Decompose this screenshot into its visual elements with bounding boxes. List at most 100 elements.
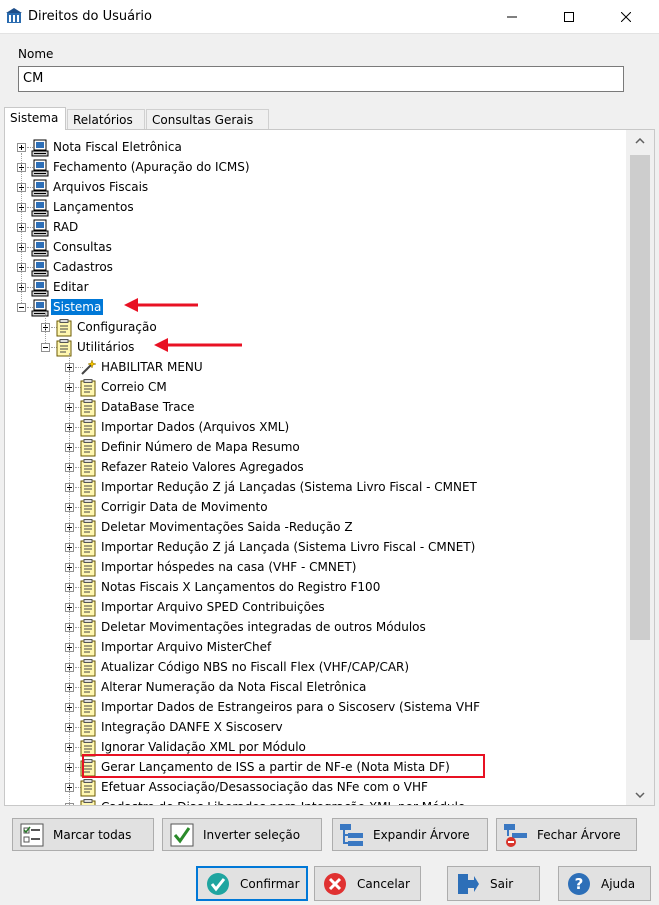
invert-selection-button[interactable]: Inverter seleção bbox=[162, 818, 322, 851]
confirm-button[interactable]: Confirmar bbox=[196, 866, 308, 901]
tree-guide-line bbox=[21, 153, 22, 303]
scroll-up-button[interactable] bbox=[626, 132, 654, 149]
clipboard-icon bbox=[79, 379, 97, 397]
tree-item-corrigir-data-de-movimento[interactable]: Corrigir Data de Movimento bbox=[5, 497, 626, 517]
title-bar: Direitos do Usuário bbox=[0, 0, 659, 34]
collapse-tree-button[interactable]: Fechar Árvore bbox=[496, 818, 637, 851]
tree-item-configuracao[interactable]: Configuração bbox=[5, 317, 626, 337]
mark-all-label: Marcar todas bbox=[53, 827, 132, 842]
tree-panel: Nota Fiscal Eletrônica Fechamento (Apuraç… bbox=[4, 129, 655, 806]
tree-item-nota-fiscal-eletronica[interactable]: Nota Fiscal Eletrônica bbox=[5, 137, 626, 157]
tree-item-cadastros[interactable]: Cadastros bbox=[5, 257, 626, 277]
tree-item-label: Definir Número de Mapa Resumo bbox=[101, 440, 300, 454]
checklist-icon bbox=[20, 823, 44, 846]
tree-item-definir-numero-de-mapa-resumo[interactable]: Definir Número de Mapa Resumo bbox=[5, 437, 626, 457]
scroll-down-button[interactable] bbox=[626, 786, 654, 803]
tree-item-deletar-movimentacoes-integradas-de-outr[interactable]: Deletar Movimentações integradas de outr… bbox=[5, 617, 626, 637]
tree-item-editar[interactable]: Editar bbox=[5, 277, 626, 297]
confirm-label: Confirmar bbox=[240, 876, 300, 891]
tree-item-utilitarios[interactable]: Utilitários bbox=[5, 337, 626, 357]
tree-item-label: Lançamentos bbox=[53, 200, 134, 214]
tab-relatorios[interactable]: Relatórios bbox=[67, 109, 145, 130]
maximize-button[interactable] bbox=[546, 0, 592, 34]
tree-item-label: Correio CM bbox=[101, 380, 167, 394]
tree-item-label: Configuração bbox=[77, 320, 157, 334]
close-button[interactable] bbox=[603, 0, 649, 34]
tree-item-label: Importar Dados (Arquivos XML) bbox=[101, 420, 290, 434]
tree-item-database-trace[interactable]: DataBase Trace bbox=[5, 397, 626, 417]
tree-item-cadastro-de-dias-liberados-para-integrac[interactable]: Cadastro de Dias Liberados para Integraç… bbox=[5, 797, 626, 805]
tree-item-label: Corrigir Data de Movimento bbox=[101, 500, 268, 514]
tree-item-alterar-numeracao-da-nota-fiscal-eletron[interactable]: Alterar Numeração da Nota Fiscal Eletrôn… bbox=[5, 677, 626, 697]
scroll-thumb[interactable] bbox=[630, 155, 650, 640]
help-label: Ajuda bbox=[601, 876, 636, 891]
clipboard-icon bbox=[79, 539, 97, 557]
tree-item-efetuar-associacao-desassociacao-das-nfe[interactable]: Efetuar Associação/Desassociação das NFe… bbox=[5, 777, 626, 797]
tree-item-label: HABILITAR MENU bbox=[101, 360, 203, 374]
tree-item-deletar-movimentacoes-saida-reducao-z[interactable]: Deletar Movimentações Saida -Redução Z bbox=[5, 517, 626, 537]
expand-toggle-icon[interactable] bbox=[17, 143, 26, 152]
svg-text:?: ? bbox=[575, 875, 584, 893]
tree-guide-line bbox=[45, 313, 46, 343]
mark-all-button[interactable]: Marcar todas bbox=[12, 818, 154, 851]
permissions-tree[interactable]: Nota Fiscal Eletrônica Fechamento (Apuraç… bbox=[5, 130, 626, 805]
tree-item-rad[interactable]: RAD bbox=[5, 217, 626, 237]
tree-item-importar-hospedes-na-casa-vhf-cmnet[interactable]: Importar hóspedes na casa (VHF - CMNET) bbox=[5, 557, 626, 577]
tree-item-consultas[interactable]: Consultas bbox=[5, 237, 626, 257]
tree-item-importar-arquivo-sped-contribuicoes[interactable]: Importar Arquivo SPED Contribuições bbox=[5, 597, 626, 617]
clipboard-icon bbox=[79, 659, 97, 677]
tree-item-arquivos-fiscais[interactable]: Arquivos Fiscais bbox=[5, 177, 626, 197]
clipboard-icon bbox=[79, 639, 97, 657]
tree-item-atualizar-codigo-nbs-no-fiscall-flex-vhf[interactable]: Atualizar Código NBS no Fiscall Flex (VH… bbox=[5, 657, 626, 677]
tree-item-label: Importar Redução Z já Lançadas (Sistema … bbox=[101, 480, 477, 494]
computer-icon bbox=[31, 219, 49, 237]
tree-item-refazer-rateio-valores-agregados[interactable]: Refazer Rateio Valores Agregados bbox=[5, 457, 626, 477]
tree-item-label: Notas Fiscais X Lançamentos do Registro … bbox=[101, 580, 381, 594]
tree-item-correio-cm[interactable]: Correio CM bbox=[5, 377, 626, 397]
tree-item-fechamento-apuracao-do-icms[interactable]: Fechamento (Apuração do ICMS) bbox=[5, 157, 626, 177]
tree-item-label: Efetuar Associação/Desassociação das NFe… bbox=[101, 780, 428, 794]
vertical-scrollbar[interactable] bbox=[626, 130, 654, 805]
name-input[interactable]: CM bbox=[18, 66, 624, 92]
computer-icon bbox=[31, 239, 49, 257]
tree-item-importar-arquivo-misterchef[interactable]: Importar Arquivo MisterChef bbox=[5, 637, 626, 657]
tree-item-importar-dados-de-estrangeiros-para-o-si[interactable]: Importar Dados de Estrangeiros para o Si… bbox=[5, 697, 626, 717]
tree-item-integracao-danfe-x-siscoserv[interactable]: Integração DANFE X Siscoserv bbox=[5, 717, 626, 737]
expand-tree-label: Expandir Árvore bbox=[373, 827, 470, 842]
cancel-button[interactable]: Cancelar bbox=[314, 866, 421, 901]
computer-icon bbox=[31, 199, 49, 217]
tree-item-label: Importar hóspedes na casa (VHF - CMNET) bbox=[101, 560, 357, 574]
tree-item-label: DataBase Trace bbox=[101, 400, 195, 414]
tree-item-importar-reducao-z-ja-lancada-sistema-li[interactable]: Importar Redução Z já Lançada (Sistema L… bbox=[5, 537, 626, 557]
chevron-up-icon bbox=[635, 137, 645, 144]
computer-icon bbox=[31, 179, 49, 197]
tree-item-sistema[interactable]: Sistema bbox=[5, 297, 626, 317]
collapse-toggle-icon[interactable] bbox=[17, 303, 26, 312]
exit-button[interactable]: Sair bbox=[447, 866, 540, 901]
tree-item-importar-reducao-z-ja-lancadas-sistema-l[interactable]: Importar Redução Z já Lançadas (Sistema … bbox=[5, 477, 626, 497]
collapse-toggle-icon[interactable] bbox=[41, 343, 50, 352]
tree-item-notas-fiscais-x-lancamentos-do-registro-[interactable]: Notas Fiscais X Lançamentos do Registro … bbox=[5, 577, 626, 597]
tree-item-importar-dados-arquivos-xml[interactable]: Importar Dados (Arquivos XML) bbox=[5, 417, 626, 437]
tab-sistema[interactable]: Sistema bbox=[4, 107, 66, 130]
tree-item-label: Refazer Rateio Valores Agregados bbox=[101, 460, 304, 474]
tree-item-label: Importar Dados de Estrangeiros para o Si… bbox=[101, 700, 481, 714]
clipboard-icon bbox=[79, 499, 97, 517]
minimize-button[interactable] bbox=[489, 0, 535, 34]
close-icon bbox=[621, 12, 631, 22]
window-title: Direitos do Usuário bbox=[28, 9, 152, 24]
help-button[interactable]: ? Ajuda bbox=[558, 866, 651, 901]
clipboard-icon bbox=[79, 519, 97, 537]
tree-guide-line bbox=[69, 353, 70, 805]
clipboard-icon bbox=[79, 419, 97, 437]
tree-item-label: Importar Redução Z já Lançada (Sistema L… bbox=[101, 540, 476, 554]
tree-item-habilitar-menu[interactable]: HABILITAR MENU bbox=[5, 357, 626, 377]
tree-item-lancamentos[interactable]: Lançamentos bbox=[5, 197, 626, 217]
expand-tree-button[interactable]: Expandir Árvore bbox=[332, 818, 488, 851]
computer-icon bbox=[31, 159, 49, 177]
magic-wand-icon bbox=[79, 359, 97, 377]
tree-item-label: Editar bbox=[53, 280, 89, 294]
computer-icon bbox=[31, 259, 49, 277]
tab-consultas-gerais[interactable]: Consultas Gerais bbox=[146, 109, 269, 130]
invert-selection-label: Inverter seleção bbox=[203, 827, 301, 842]
